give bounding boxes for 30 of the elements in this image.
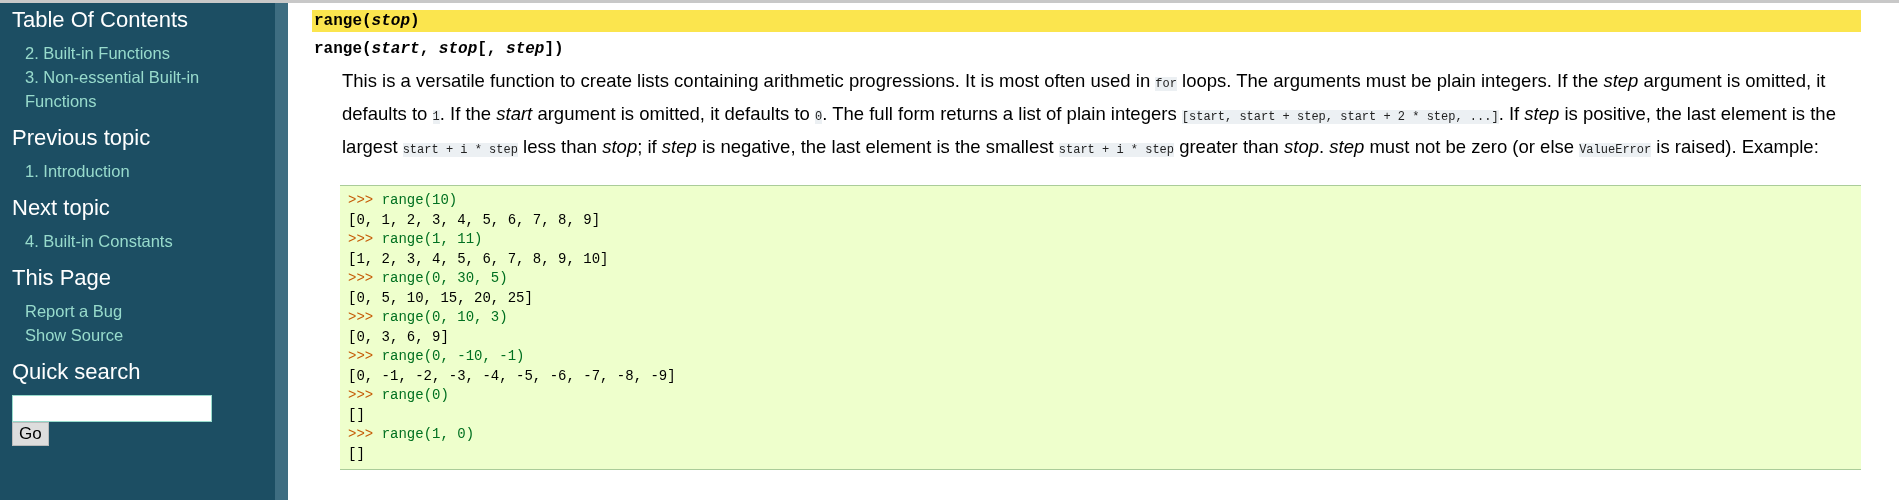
- code-line: >>> range(0, -10, -1): [348, 347, 525, 366]
- sidebar-heading: Quick search: [12, 359, 142, 385]
- sidebar-heading: Previous topic: [12, 125, 152, 151]
- code-output: [0, -1, -2, -3, -4, -5, -6, -7, -8, -9]: [348, 366, 676, 386]
- function-signature: range(start, stop[, step]): [313, 39, 565, 60]
- go-button[interactable]: Go: [12, 422, 49, 446]
- description-paragraph: This is a versatile function to create lists containing arithmetic progressions. It is most often used in for loops. The arguments must be plain integers. If the step argument is omitted, it defaults to 1. If the start argument is omitted, it defaults to 0. The full form returns a list of plain integers [start, start + step, start + 2 * step, ...]. If step is positive, the last element is the largest start + i * step less than stop; if step is negative, the last element is the smallest start + i * step greater than stop. step must not be zero (or else ValueError is raised). Example:: [342, 69, 1837, 159]
- code-output: []: [348, 405, 365, 425]
- sidebar-link[interactable]: Report a Bug: [25, 299, 240, 323]
- code-line: >>> range(10): [348, 191, 458, 210]
- sidebar-heading: Next topic: [12, 195, 111, 221]
- sidebar-heading: This Page: [12, 265, 113, 291]
- code-line: >>> range(1, 0): [348, 425, 475, 444]
- search-field[interactable]: [12, 395, 212, 422]
- sidebar-link[interactable]: Show Source: [25, 323, 240, 347]
- code-output: [0, 3, 6, 9]: [348, 327, 449, 347]
- code-output: [0, 5, 10, 15, 20, 25]: [348, 288, 533, 308]
- code-line: >>> range(0, 10, 3): [348, 308, 508, 327]
- sidebar-link[interactable]: 1. Introduction: [25, 159, 240, 183]
- code-output: [0, 1, 2, 3, 4, 5, 6, 7, 8, 9]: [348, 210, 601, 230]
- code-line: >>> range(1, 11): [348, 230, 483, 249]
- function-signature: range(stop): [312, 10, 1861, 32]
- sidebar-link[interactable]: 4. Built-in Constants: [25, 229, 240, 253]
- code-line: >>> range(0): [348, 386, 449, 405]
- sidebar-link[interactable]: 3. Non-essential Built-in Functions: [25, 65, 240, 113]
- code-output: [1, 2, 3, 4, 5, 6, 7, 8, 9, 10]: [348, 249, 609, 269]
- code-line: >>> range(0, 30, 5): [348, 269, 508, 288]
- sidebar-heading: Table Of Contents: [12, 7, 190, 33]
- code-output: []: [348, 444, 365, 464]
- sidebar-link[interactable]: 2. Built-in Functions: [25, 41, 240, 65]
